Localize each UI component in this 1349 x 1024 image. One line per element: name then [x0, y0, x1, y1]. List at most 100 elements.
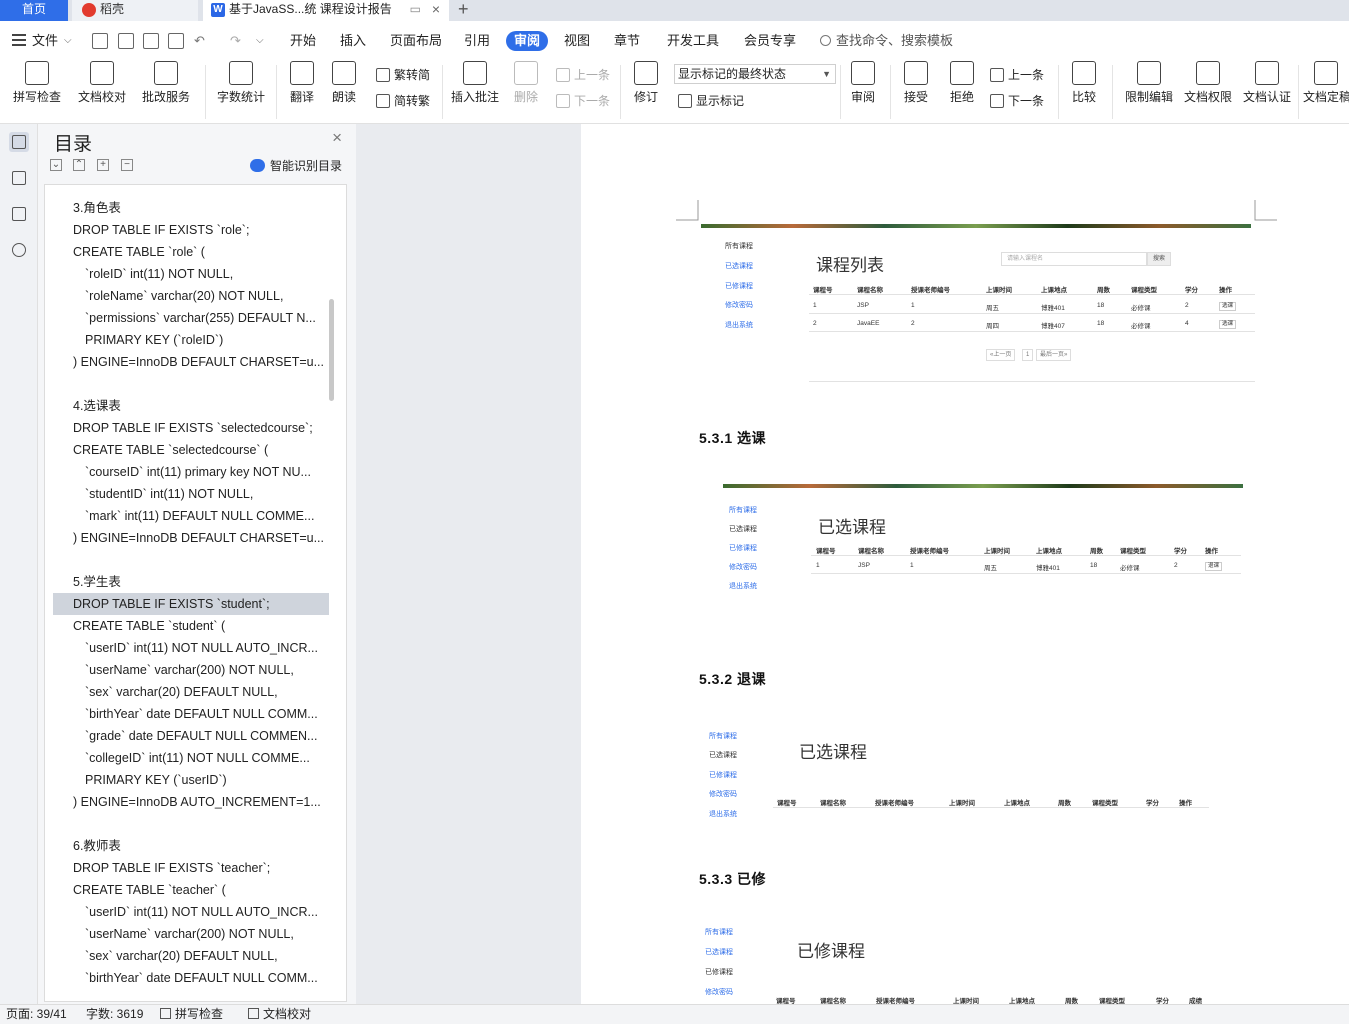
page-indicator[interactable]: 页面: 39/41 [6, 1005, 67, 1024]
toc-item[interactable]: CREATE TABLE `teacher` ( [53, 879, 329, 901]
smart-toc-button[interactable]: 智能识别目录 [250, 158, 342, 174]
spell-check-button[interactable]: 拼写检查 [8, 61, 66, 105]
toc-item[interactable]: 6.教师表 [53, 835, 329, 857]
toc-item[interactable]: DROP TABLE IF EXISTS `role`; [53, 219, 329, 241]
batch-service-button[interactable]: 批改服务 [136, 61, 196, 105]
bookmark-toggle[interactable] [9, 204, 29, 224]
delete-comment-button[interactable]: 删除 [508, 61, 544, 105]
toc-item[interactable]: ) ENGINE=InnoDB DEFAULT CHARSET=u... [53, 351, 329, 373]
doc-finalize-button[interactable]: 文档定稿 [1303, 61, 1349, 105]
monitor-icon[interactable]: ▭ [410, 0, 421, 19]
toc-panel-toggle[interactable] [9, 132, 29, 152]
toc-item[interactable]: `collegeID` int(11) NOT NULL COMME... [53, 747, 329, 769]
toc-scrollbar[interactable] [329, 299, 334, 401]
redo-icon[interactable]: ↷ [230, 31, 241, 51]
close-icon[interactable]: × [332, 128, 342, 148]
prev-comment-button[interactable]: 上一条 [556, 67, 610, 83]
doc-permission-button[interactable]: 文档权限 [1182, 61, 1234, 105]
nav-pane-toggle[interactable] [9, 168, 29, 188]
menu-view[interactable]: 视图 [564, 31, 590, 51]
toc-item[interactable]: 5.学生表 [53, 571, 329, 593]
toc-item[interactable]: CREATE TABLE `selectedcourse` ( [53, 439, 329, 461]
toc-item[interactable]: PRIMARY KEY (`userID`) [53, 769, 329, 791]
toc-item[interactable]: `userName` varchar(200) NOT NULL, [53, 923, 329, 945]
word-count-button[interactable]: 字数统计 [214, 61, 268, 105]
close-tab-icon[interactable]: × [432, 0, 440, 19]
document-page[interactable]: 所有课程 已选课程 已修课程 修改密码 退出系统 课程列表 请输入课程名 搜索 … [581, 124, 1349, 1024]
doc-proof-button[interactable]: 文档校对 [76, 61, 128, 105]
plus-icon[interactable]: + [97, 159, 109, 171]
insert-comment-button[interactable]: 插入批注 [450, 61, 500, 105]
word-count[interactable]: 字数: 3619 [86, 1005, 143, 1024]
tab-home[interactable]: 首页 [0, 0, 68, 21]
minus-icon[interactable]: − [121, 159, 133, 171]
doc-auth-button[interactable]: 文档认证 [1240, 61, 1294, 105]
markup-state-select[interactable]: 显示标记的最终状态 ▼ [674, 64, 836, 84]
print-icon[interactable] [143, 33, 159, 49]
review-pane-button[interactable]: 审阅 [846, 61, 880, 105]
file-menu[interactable]: 文件 [32, 31, 58, 51]
toc-item[interactable] [53, 813, 329, 835]
find-toggle[interactable] [9, 240, 29, 260]
prev-change-button[interactable]: 上一条 [990, 67, 1044, 83]
menu-chapter[interactable]: 章节 [614, 31, 640, 51]
toc-item[interactable]: ) ENGINE=InnoDB AUTO_INCREMENT=1... [53, 791, 329, 813]
toc-item[interactable]: CREATE TABLE `role` ( [53, 241, 329, 263]
menu-reference[interactable]: 引用 [464, 31, 490, 51]
toc-item[interactable]: `studentID` int(11) NOT NULL, [53, 483, 329, 505]
hamburger-menu-icon[interactable] [12, 34, 26, 46]
menu-member[interactable]: 会员专享 [744, 31, 796, 51]
simp-to-trad-button[interactable]: 简转繁 [376, 93, 430, 109]
reject-change-button[interactable]: 拒绝 [944, 61, 980, 105]
toc-item[interactable]: 4.选课表 [53, 395, 329, 417]
toc-item[interactable]: 3.角色表 [53, 197, 329, 219]
compare-button[interactable]: 比较 [1066, 61, 1102, 105]
next-change-button[interactable]: 下一条 [990, 93, 1044, 109]
toc-item[interactable]: `userName` varchar(200) NOT NULL, [53, 659, 329, 681]
menu-review[interactable]: 审阅 [506, 31, 549, 51]
toc-item[interactable]: `mark` int(11) DEFAULT NULL COMME... [53, 505, 329, 527]
toc-item[interactable]: `birthYear` date DEFAULT NULL COMM... [53, 703, 329, 725]
toc-item[interactable]: CREATE TABLE `student` ( [53, 615, 329, 637]
expand-up-icon[interactable]: ⌃ [73, 159, 85, 171]
menu-page-layout[interactable]: 页面布局 [390, 31, 442, 51]
trad-to-simp-button[interactable]: 繁转简 [376, 67, 430, 83]
status-doc-proof[interactable]: 文档校对 [248, 1005, 311, 1024]
toc-item[interactable]: DROP TABLE IF EXISTS `teacher`; [53, 857, 329, 879]
tab-document[interactable]: W 基于JavaSS...统 课程设计报告 ▭ × [203, 0, 449, 21]
toc-item[interactable]: `roleName` varchar(20) NOT NULL, [53, 285, 329, 307]
toc-item[interactable]: PRIMARY KEY (`roleID`) [53, 329, 329, 351]
toc-item[interactable]: `sex` varchar(20) DEFAULT NULL, [53, 945, 329, 967]
toc-item[interactable]: `grade` date DEFAULT NULL COMMEN... [53, 725, 329, 747]
toc-item[interactable]: `sex` varchar(20) DEFAULT NULL, [53, 681, 329, 703]
toc-item[interactable]: `courseID` int(11) primary key NOT NU... [53, 461, 329, 483]
toc-item[interactable]: `roleID` int(11) NOT NULL, [53, 263, 329, 285]
toc-item[interactable]: `permissions` varchar(255) DEFAULT N... [53, 307, 329, 329]
restrict-edit-button[interactable]: 限制编辑 [1122, 61, 1176, 105]
new-tab-button[interactable]: + [458, 0, 478, 21]
toc-item[interactable]: `birthYear` date DEFAULT NULL COMM... [53, 967, 329, 989]
show-markup-button[interactable]: 显示标记 [678, 93, 744, 109]
toc-item[interactable] [53, 549, 329, 571]
toc-item[interactable]: `userID` int(11) NOT NULL AUTO_INCR... [53, 637, 329, 659]
status-spell-check[interactable]: 拼写检查 [160, 1005, 223, 1024]
print-preview-icon[interactable] [168, 33, 184, 49]
accept-change-button[interactable]: 接受 [898, 61, 934, 105]
save-icon[interactable] [92, 33, 108, 49]
next-comment-button[interactable]: 下一条 [556, 93, 610, 109]
command-search[interactable]: 查找命令、搜索模板 [820, 31, 953, 51]
undo-icon[interactable]: ↶ [194, 31, 205, 51]
toc-item[interactable]: ) ENGINE=InnoDB DEFAULT CHARSET=u... [53, 527, 329, 549]
toc-item[interactable] [53, 373, 329, 395]
menu-start[interactable]: 开始 [290, 31, 316, 51]
toc-item[interactable]: DROP TABLE IF EXISTS `student`; [53, 593, 329, 615]
toc-item[interactable]: `userID` int(11) NOT NULL AUTO_INCR... [53, 901, 329, 923]
chevron-down-icon[interactable]: ⌵ [64, 31, 72, 51]
translate-button[interactable]: 翻译 [284, 61, 320, 105]
tab-daoke[interactable]: 稻壳 [72, 0, 198, 21]
toc-item[interactable]: DROP TABLE IF EXISTS `selectedcourse`; [53, 417, 329, 439]
collapse-all-icon[interactable]: ⌄ [50, 159, 62, 171]
read-aloud-button[interactable]: 朗读 [326, 61, 362, 105]
export-pdf-icon[interactable] [118, 33, 134, 49]
menu-developer[interactable]: 开发工具 [667, 31, 719, 51]
